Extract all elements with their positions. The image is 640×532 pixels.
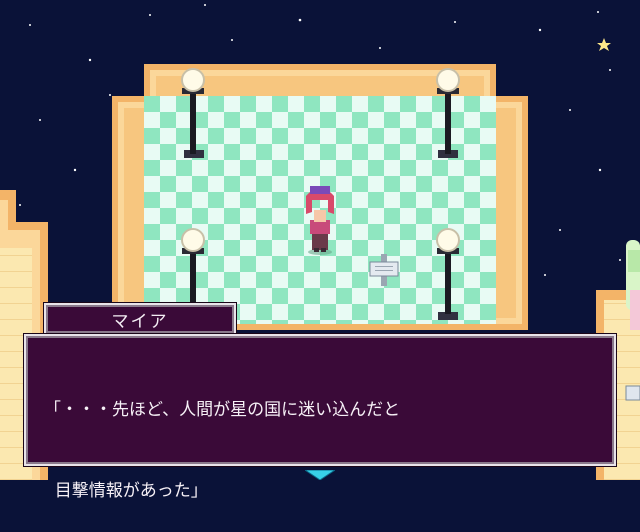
message-line-1: 「・・・先ほど、人間が星の国に迷い込んだと [44,400,401,420]
signpost-icon [625,385,640,401]
message-window[interactable]: 「・・・先ほど、人間が星の国に迷い込んだと 目撃情報があった」 [24,334,616,501]
speaker-name: マイア [111,311,169,332]
continue-cursor-icon[interactable] [305,470,335,480]
message-line-2: 目撃情報があった」 [44,481,208,501]
speaker-name-box: マイア [44,303,236,335]
